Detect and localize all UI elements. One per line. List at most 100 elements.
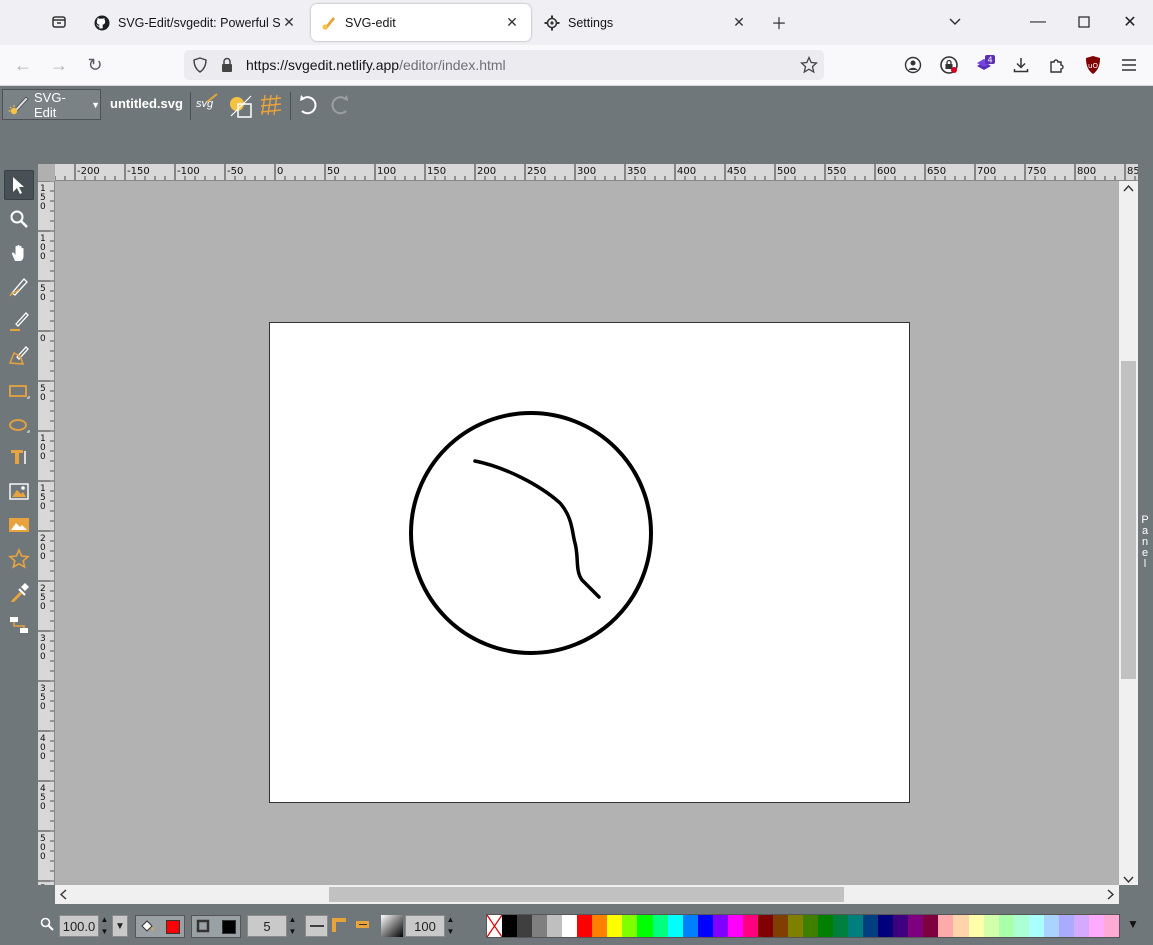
bookmark-star-icon[interactable] [799, 55, 819, 77]
stroke-width-stepper[interactable]: ▲ ▼ [287, 915, 298, 937]
palette-swatch[interactable] [592, 915, 608, 937]
tab-svgedit[interactable]: SVG-edit ✕ [311, 4, 531, 41]
palette-swatch[interactable] [607, 915, 623, 937]
image-tool[interactable] [4, 476, 34, 506]
ublock-icon[interactable]: uO [1079, 51, 1107, 79]
url-bar[interactable]: https://svgedit.netlify.app/editor/index… [184, 50, 824, 80]
scroll-right-icon[interactable] [1107, 889, 1115, 903]
palette-swatch[interactable] [532, 915, 548, 937]
opacity-stepper[interactable]: ▲ ▼ [445, 915, 456, 937]
maximize-icon[interactable] [1069, 8, 1099, 36]
ellipse-tool[interactable] [4, 410, 34, 440]
palette-swatch[interactable] [878, 915, 894, 937]
undo-button[interactable] [296, 93, 322, 119]
palette-swatch[interactable] [968, 915, 984, 937]
extension-stack-icon[interactable]: 4 [971, 51, 999, 79]
palette-swatch[interactable] [893, 915, 909, 937]
privacy-extension-icon[interactable] [935, 51, 963, 79]
palette-swatch[interactable] [833, 915, 849, 937]
palette-swatch[interactable] [517, 915, 533, 937]
pan-tool[interactable] [4, 238, 34, 268]
new-tab-icon[interactable]: ＋ [764, 8, 794, 36]
palette-swatch[interactable] [757, 915, 773, 937]
freehand-tool[interactable] [4, 272, 34, 302]
palette-swatch[interactable] [1013, 915, 1029, 937]
tab-github[interactable]: SVG-Edit/svgedit: Powerful SVG ✕ [84, 4, 308, 41]
zoom-input[interactable]: 100.0 [59, 915, 99, 937]
palette-swatch[interactable] [727, 915, 743, 937]
palette-swatch[interactable] [622, 915, 638, 937]
hamburger-menu-icon[interactable] [1115, 51, 1143, 79]
stroke-style-dropdown[interactable] [305, 915, 328, 937]
linejoin-icon[interactable] [332, 916, 348, 937]
palette-swatch[interactable] [1028, 915, 1044, 937]
palette-swatch[interactable] [652, 915, 668, 937]
color-palette[interactable] [486, 914, 1120, 938]
linecap-icon[interactable] [355, 916, 371, 937]
palette-swatch[interactable] [863, 915, 879, 937]
opacity-input[interactable]: 100 [405, 915, 445, 937]
eyedropper-tool[interactable] [4, 578, 34, 608]
stroke-width-input[interactable]: 5 [247, 915, 287, 937]
palette-swatch[interactable] [923, 915, 939, 937]
scroll-left-icon[interactable] [59, 889, 67, 903]
palette-swatch[interactable] [562, 915, 578, 937]
side-panel-toggle[interactable]: Panel [1138, 181, 1153, 905]
svg-source-button[interactable]: svg [195, 93, 221, 117]
close-tab-icon[interactable]: ✕ [730, 14, 748, 31]
horizontal-scrollbar[interactable] [55, 885, 1119, 904]
extensions-puzzle-icon[interactable] [1043, 51, 1071, 79]
palette-swatch[interactable] [682, 915, 698, 937]
vertical-ruler[interactable]: 1501005005010015020025030035040045050055… [38, 181, 55, 885]
palette-swatch[interactable] [818, 915, 834, 937]
forward-icon[interactable]: → [45, 51, 73, 79]
line-tool[interactable] [4, 306, 34, 336]
palette-swatch[interactable] [938, 915, 954, 937]
palette-swatch[interactable] [577, 915, 593, 937]
palette-swatch[interactable] [742, 915, 758, 937]
close-window-icon[interactable]: ✕ [1115, 8, 1145, 36]
star-tool[interactable] [4, 544, 34, 574]
fill-color-button[interactable] [135, 915, 185, 938]
palette-swatch[interactable] [787, 915, 803, 937]
palette-swatch[interactable] [1073, 915, 1089, 937]
tracking-shield-icon[interactable] [192, 57, 208, 76]
close-tab-icon[interactable]: ✕ [503, 14, 521, 31]
rectangle-tool[interactable] [4, 376, 34, 406]
vertical-scroll-thumb[interactable] [1121, 361, 1136, 679]
palette-swatch[interactable] [848, 915, 864, 937]
zoom-stepper[interactable]: ▲ ▼ [99, 915, 110, 937]
palette-swatch[interactable] [953, 915, 969, 937]
firefox-view-icon[interactable] [45, 8, 73, 36]
palette-swatch[interactable] [908, 915, 924, 937]
horizontal-ruler[interactable]: -200 -150 -100 -50 0 50 100 150 200 250 300 350 400 4… [55, 164, 1138, 181]
palette-swatch[interactable] [1088, 915, 1104, 937]
vertical-scrollbar[interactable] [1119, 181, 1138, 885]
drawn-freehand-path[interactable] [473, 459, 601, 599]
minimize-icon[interactable]: — [1023, 8, 1053, 36]
connector-tool[interactable] [4, 610, 34, 640]
select-tool[interactable] [4, 170, 34, 200]
stroke-color-button[interactable] [191, 915, 241, 938]
grid-toggle-button[interactable] [259, 92, 287, 120]
text-tool[interactable] [4, 442, 34, 472]
svg-canvas[interactable] [269, 322, 910, 803]
back-icon[interactable]: ← [9, 51, 37, 79]
main-menu-button[interactable]: SVG-Edit ▼ [2, 89, 101, 120]
palette-swatch[interactable] [712, 915, 728, 937]
palette-swatch[interactable] [802, 915, 819, 937]
palette-swatch[interactable] [772, 915, 788, 937]
horizontal-scroll-thumb[interactable] [329, 887, 844, 902]
drawn-circle[interactable] [409, 411, 653, 655]
account-icon[interactable] [899, 51, 927, 79]
palette-menu-chevron-icon[interactable]: ▼ [1127, 917, 1139, 931]
palette-swatch[interactable] [547, 915, 563, 937]
downloads-icon[interactable] [1007, 51, 1035, 79]
palette-swatch[interactable] [998, 915, 1014, 937]
palette-swatch[interactable] [502, 915, 518, 937]
list-tabs-chevron-icon[interactable] [940, 8, 970, 36]
shape-library-tool[interactable] [4, 510, 34, 540]
palette-swatch[interactable] [637, 915, 653, 937]
zoom-dropdown-chevron-icon[interactable]: ▼ [112, 915, 128, 937]
wireframe-mode-button[interactable] [227, 92, 255, 120]
